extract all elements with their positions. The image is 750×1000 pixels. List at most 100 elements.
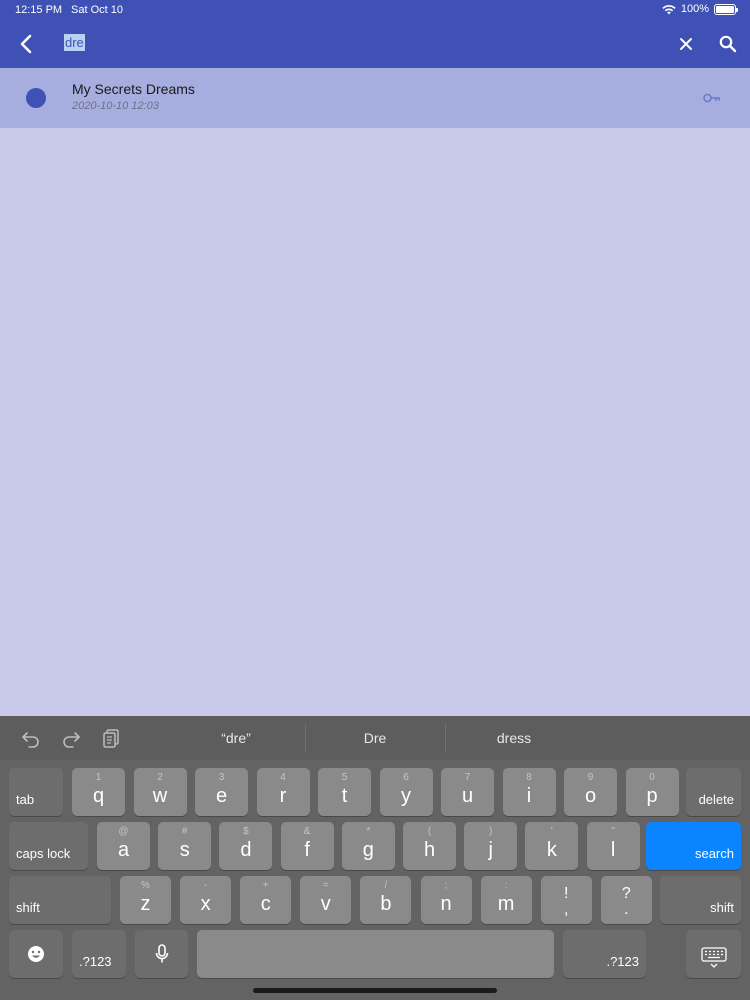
- shift-left-key-label: shift: [16, 900, 40, 915]
- key-alt-label: ;: [444, 880, 448, 891]
- key-r[interactable]: 4r: [256, 768, 310, 816]
- emoji-key[interactable]: [9, 930, 63, 978]
- key-alt-label: -: [203, 880, 208, 891]
- key-f[interactable]: & f: [280, 822, 334, 870]
- key-?[interactable]: ?.: [600, 876, 652, 924]
- key-lower-label: .: [624, 901, 629, 918]
- key-alt-label: *: [366, 826, 371, 837]
- undo-icon[interactable]: [20, 728, 42, 748]
- key-q[interactable]: 1q: [72, 768, 125, 816]
- tab-key-label: tab: [16, 792, 35, 807]
- key-alt-label: ): [489, 826, 493, 837]
- key-alt-label: #: [181, 826, 188, 837]
- microphone-icon: [155, 944, 168, 963]
- search-button[interactable]: [714, 30, 742, 58]
- status-date: Sat Oct 10: [71, 4, 123, 16]
- key-o[interactable]: 9o: [564, 768, 617, 816]
- wifi-icon: [662, 4, 676, 14]
- key-main-label: m: [497, 893, 515, 915]
- home-indicator[interactable]: [253, 988, 497, 993]
- delete-key-label: delete: [698, 792, 734, 807]
- suggestion-2[interactable]: Dre: [330, 730, 420, 746]
- key-alt-label: ": [611, 826, 615, 837]
- suggestion-bar: “dre” Dre dress: [0, 716, 750, 760]
- key-![interactable]: !,: [540, 876, 592, 924]
- key-p[interactable]: 0p: [625, 768, 679, 816]
- dictation-key[interactable]: [135, 930, 188, 978]
- search-query[interactable]: dre: [64, 34, 85, 51]
- caps-lock-key-label: caps lock: [16, 846, 71, 861]
- key-c[interactable]: + c: [240, 876, 292, 924]
- hide-keyboard-key[interactable]: [686, 930, 741, 978]
- key-alt-label: &: [303, 826, 311, 837]
- key-main-label: u: [461, 785, 474, 807]
- key-a[interactable]: @ a: [97, 822, 150, 870]
- key-m[interactable]: :m: [480, 876, 532, 924]
- key-z[interactable]: % z: [120, 876, 171, 924]
- key-alt-label: @: [118, 826, 129, 837]
- tab-key[interactable]: tab: [9, 768, 63, 816]
- search-key[interactable]: search: [646, 822, 741, 870]
- key-main-label: j: [488, 839, 493, 861]
- key-main-label: d: [240, 839, 252, 861]
- key-v[interactable]: = v: [300, 876, 352, 924]
- key-main-label: x: [200, 893, 211, 915]
- key-main-label: h: [423, 839, 436, 861]
- entry-dot-icon: [26, 88, 46, 108]
- suggestion-3[interactable]: dress: [469, 730, 559, 746]
- key-h[interactable]: (h: [403, 822, 456, 870]
- key-alt-label: 1: [95, 772, 102, 783]
- clipboard-icon[interactable]: [101, 728, 123, 748]
- clear-search-button[interactable]: [672, 30, 700, 58]
- key-e[interactable]: 3e: [195, 768, 248, 816]
- key-t[interactable]: 5t: [318, 768, 371, 816]
- key-main-label: y: [401, 785, 411, 807]
- key-main-label: t: [341, 785, 348, 807]
- key-n[interactable]: ; n: [420, 876, 472, 924]
- status-right: 100%: [662, 3, 738, 15]
- key-alt-label: 7: [464, 772, 471, 783]
- key-s[interactable]: # s: [158, 822, 212, 870]
- battery-percent: 100%: [680, 3, 709, 15]
- key-upper-label: !: [563, 885, 569, 902]
- back-button[interactable]: [12, 30, 40, 58]
- key-w[interactable]: 2w: [133, 768, 187, 816]
- numbers-right-key[interactable]: .?123: [563, 930, 646, 978]
- key-lower-label: ,: [563, 901, 569, 918]
- keyboard-dismiss-icon: [700, 947, 727, 968]
- key-main-label: !,: [541, 886, 592, 918]
- key-j[interactable]: ) j: [464, 822, 518, 870]
- key-k[interactable]: ' k: [525, 822, 579, 870]
- key-alt-label: 3: [218, 772, 225, 783]
- space-bar[interactable]: [197, 930, 554, 978]
- key-main-label: c: [260, 893, 271, 915]
- shift-right-key[interactable]: shift: [660, 876, 741, 924]
- key-icon: [703, 93, 720, 103]
- key-alt-label: /: [384, 880, 388, 891]
- key-upper-label: ?: [621, 885, 631, 902]
- result-list-item[interactable]: My Secrets Dreams 2020-10-10 12:03: [0, 68, 750, 128]
- key-alt-label: 4: [280, 772, 286, 783]
- key-main-label: w: [152, 785, 168, 807]
- shift-left-key[interactable]: shift: [9, 876, 111, 924]
- key-d[interactable]: $ d: [219, 822, 273, 870]
- key-g[interactable]: * g: [341, 822, 395, 870]
- key-y[interactable]: 6y: [379, 768, 433, 816]
- key-x[interactable]: -x: [180, 876, 232, 924]
- key-main-label: z: [140, 893, 151, 915]
- key-alt-label: :: [504, 880, 508, 891]
- numbers-left-key[interactable]: .?123: [72, 930, 126, 978]
- redo-icon[interactable]: [60, 728, 82, 748]
- suggestion-divider: [445, 724, 446, 752]
- search-input[interactable]: dre: [64, 34, 654, 54]
- key-main-label: i: [526, 785, 532, 807]
- key-l[interactable]: " l: [586, 822, 640, 870]
- delete-key[interactable]: delete: [686, 768, 741, 816]
- entry-title: My Secrets Dreams: [72, 81, 195, 97]
- key-b[interactable]: / b: [360, 876, 412, 924]
- suggestion-1[interactable]: “dre”: [191, 730, 281, 746]
- key-u[interactable]: 7u: [441, 768, 494, 816]
- caps-lock-key[interactable]: caps lock: [9, 822, 88, 870]
- key-i[interactable]: 8i: [502, 768, 556, 816]
- battery-icon: [714, 3, 738, 15]
